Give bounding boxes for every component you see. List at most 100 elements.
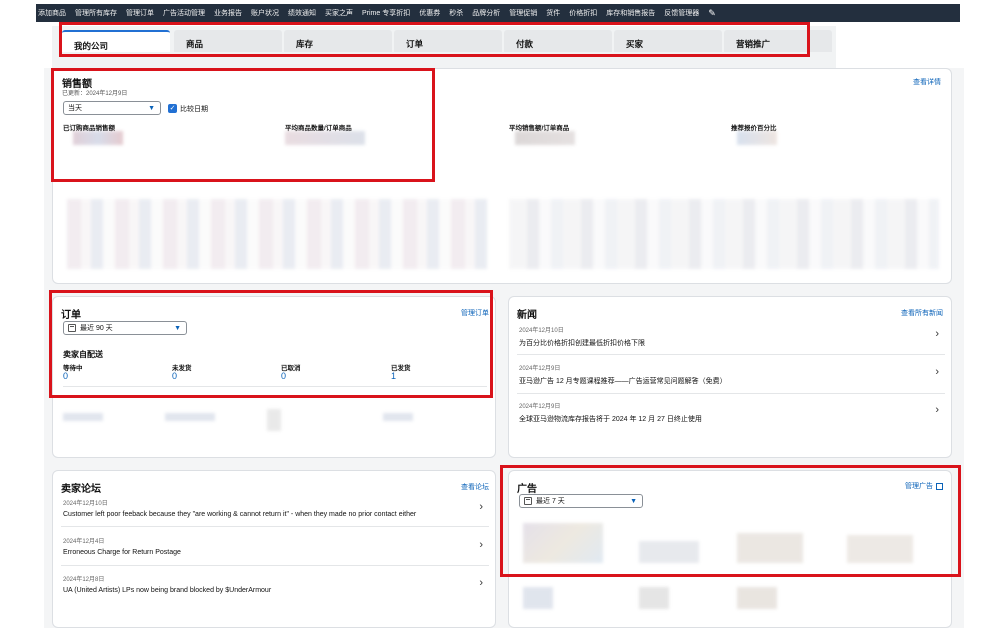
manage-ads-label: 管理广告: [905, 483, 933, 490]
blurred-value: [737, 533, 803, 563]
nav-manage-inventory[interactable]: 管理所有库存: [75, 8, 117, 18]
tab-buyers[interactable]: 买家: [614, 30, 722, 52]
orders-range-select[interactable]: 最近 90 天 ▼: [63, 321, 187, 335]
blurred-value: [639, 587, 669, 609]
blurred-value: [737, 131, 777, 145]
divider: [63, 386, 487, 387]
chevron-right-icon[interactable]: ›: [935, 404, 939, 416]
orders-title: 订单: [61, 310, 81, 321]
sales-details-link[interactable]: 查看详情: [913, 77, 941, 87]
orders-range-value: 最近 90 天: [80, 325, 113, 332]
divider: [517, 354, 945, 355]
blurred-value: [523, 523, 603, 563]
blurred-value: [639, 541, 699, 563]
ads-range-value: 最近 7 天: [536, 498, 565, 505]
news-title: 新闻: [517, 310, 537, 321]
nav-account-health[interactable]: 账户状况: [251, 8, 279, 18]
calendar-icon: [68, 324, 76, 332]
nav-brand-analytics[interactable]: 品牌分析: [472, 8, 500, 18]
tab-marketing[interactable]: 营销推广: [724, 30, 832, 52]
chevron-right-icon[interactable]: ›: [935, 366, 939, 378]
chevron-down-icon: ▼: [148, 105, 155, 112]
all-news-link[interactable]: 查看所有新闻: [901, 308, 943, 318]
blurred-value: [165, 413, 215, 421]
blurred-value: [73, 131, 123, 145]
tab-payments[interactable]: 付款: [504, 30, 612, 52]
news-date: 2024年12月9日: [519, 404, 561, 410]
chevron-down-icon: ▼: [174, 325, 181, 332]
forum-card: 卖家论坛 查看论坛 2024年12月10日 Customer left poor…: [52, 470, 496, 628]
nav-voice-of-customer[interactable]: 买家之声: [325, 8, 353, 18]
forum-post-link[interactable]: Erroneous Charge for Return Postage: [63, 549, 181, 556]
stat-shipped-value[interactable]: 1: [391, 371, 396, 381]
news-item-link[interactable]: 亚马逊广告 12 月专题课程推荐——广告运营常见问题解答（免费）: [519, 376, 727, 386]
ads-range-select[interactable]: 最近 7 天 ▼: [519, 494, 643, 508]
stat-pending-value[interactable]: 0: [63, 371, 68, 381]
nav-manage-orders[interactable]: 管理订单: [126, 8, 154, 18]
manage-ads-link[interactable]: 管理广告: [905, 481, 943, 491]
forum-date: 2024年12月8日: [63, 577, 105, 583]
compare-label: 比较日期: [180, 106, 208, 113]
news-item-link[interactable]: 全球亚马逊物流库存报告将于 2024 年 12 月 27 日终止使用: [519, 414, 702, 424]
nav-performance-notifications[interactable]: 绩效通知: [288, 8, 316, 18]
nav-campaign-manager[interactable]: 广告活动管理: [163, 8, 205, 18]
blurred-value: [267, 409, 281, 431]
manage-orders-link[interactable]: 管理订单: [461, 308, 489, 318]
external-link-icon: [936, 482, 943, 490]
compare-checkbox[interactable]: ✓: [168, 104, 177, 113]
nav-add-product[interactable]: 添加商品: [38, 8, 66, 18]
tab-inventory[interactable]: 库存: [284, 30, 392, 52]
divider: [517, 393, 945, 394]
tab-products[interactable]: 商品: [174, 30, 282, 52]
orders-card: 订单 管理订单 最近 90 天 ▼ 卖家自配送 等待中 0 未发货 0 已取消 …: [52, 296, 496, 458]
forum-post-link[interactable]: Customer left poor feeback because they …: [63, 511, 416, 518]
news-card: 新闻 查看所有新闻 2024年12月10日 为百分比价格折扣创建最低折扣价格下限…: [508, 296, 952, 458]
forum-post-link[interactable]: UA (United Artists) LPs now being brand …: [63, 587, 271, 594]
chevron-right-icon[interactable]: ›: [479, 577, 483, 589]
nav-feedback-manager[interactable]: 反馈管理器: [664, 8, 699, 18]
blurred-chart-right: [509, 199, 939, 269]
ads-title: 广告: [517, 484, 537, 495]
chevron-down-icon: ▼: [630, 498, 637, 505]
chevron-right-icon[interactable]: ›: [479, 539, 483, 551]
calendar-icon: [524, 497, 532, 505]
forum-date: 2024年12月10日: [63, 501, 108, 507]
news-date: 2024年12月9日: [519, 366, 561, 372]
top-nav: 添加商品 管理所有库存 管理订单 广告活动管理 业务报告 账户状况 绩效通知 买…: [36, 4, 960, 22]
sales-card: 销售额 已更新：2024年12月9日 查看详情 当天 ▼ ✓ 比较日期 已订购商…: [52, 68, 952, 284]
tab-my-company[interactable]: 我的公司: [62, 30, 170, 52]
forum-title: 卖家论坛: [61, 484, 101, 495]
news-date: 2024年12月10日: [519, 328, 564, 334]
divider: [61, 526, 489, 527]
blurred-value: [515, 131, 575, 145]
nav-manage-promotions[interactable]: 管理促销: [509, 8, 537, 18]
blurred-chart-left: [67, 199, 487, 269]
divider: [61, 565, 489, 566]
edit-pencil-icon[interactable]: ✎: [708, 8, 716, 19]
stat-unshipped-value[interactable]: 0: [172, 371, 177, 381]
view-forum-link[interactable]: 查看论坛: [461, 482, 489, 492]
nav-prime-discount[interactable]: Prime 专享折扣: [362, 8, 410, 18]
seller-fulfilled-heading: 卖家自配送: [63, 350, 103, 359]
nav-business-reports[interactable]: 业务报告: [214, 8, 242, 18]
sales-range-select[interactable]: 当天 ▼: [63, 101, 161, 115]
nav-shipments[interactable]: 货件: [546, 8, 560, 18]
nav-lightning-deals[interactable]: 秒杀: [449, 8, 463, 18]
sales-updated: 已更新：2024年12月9日: [62, 91, 128, 97]
blurred-value: [383, 413, 413, 421]
forum-date: 2024年12月4日: [63, 539, 105, 545]
chevron-right-icon[interactable]: ›: [935, 328, 939, 340]
nav-inventory-sales-report[interactable]: 库存和销售报告: [606, 8, 655, 18]
tab-orders[interactable]: 订单: [394, 30, 502, 52]
blurred-value: [285, 131, 365, 145]
ads-card: 广告 管理广告 最近 7 天 ▼: [508, 470, 952, 628]
stat-canceled-value[interactable]: 0: [281, 371, 286, 381]
nav-price-discounts[interactable]: 价格折扣: [569, 8, 597, 18]
sales-range-value: 当天: [68, 105, 82, 112]
nav-coupons[interactable]: 优惠券: [419, 8, 440, 18]
blurred-value: [523, 587, 553, 609]
blurred-value: [63, 413, 103, 421]
blurred-value: [737, 587, 777, 609]
news-item-link[interactable]: 为百分比价格折扣创建最低折扣价格下限: [519, 338, 645, 348]
chevron-right-icon[interactable]: ›: [479, 501, 483, 513]
